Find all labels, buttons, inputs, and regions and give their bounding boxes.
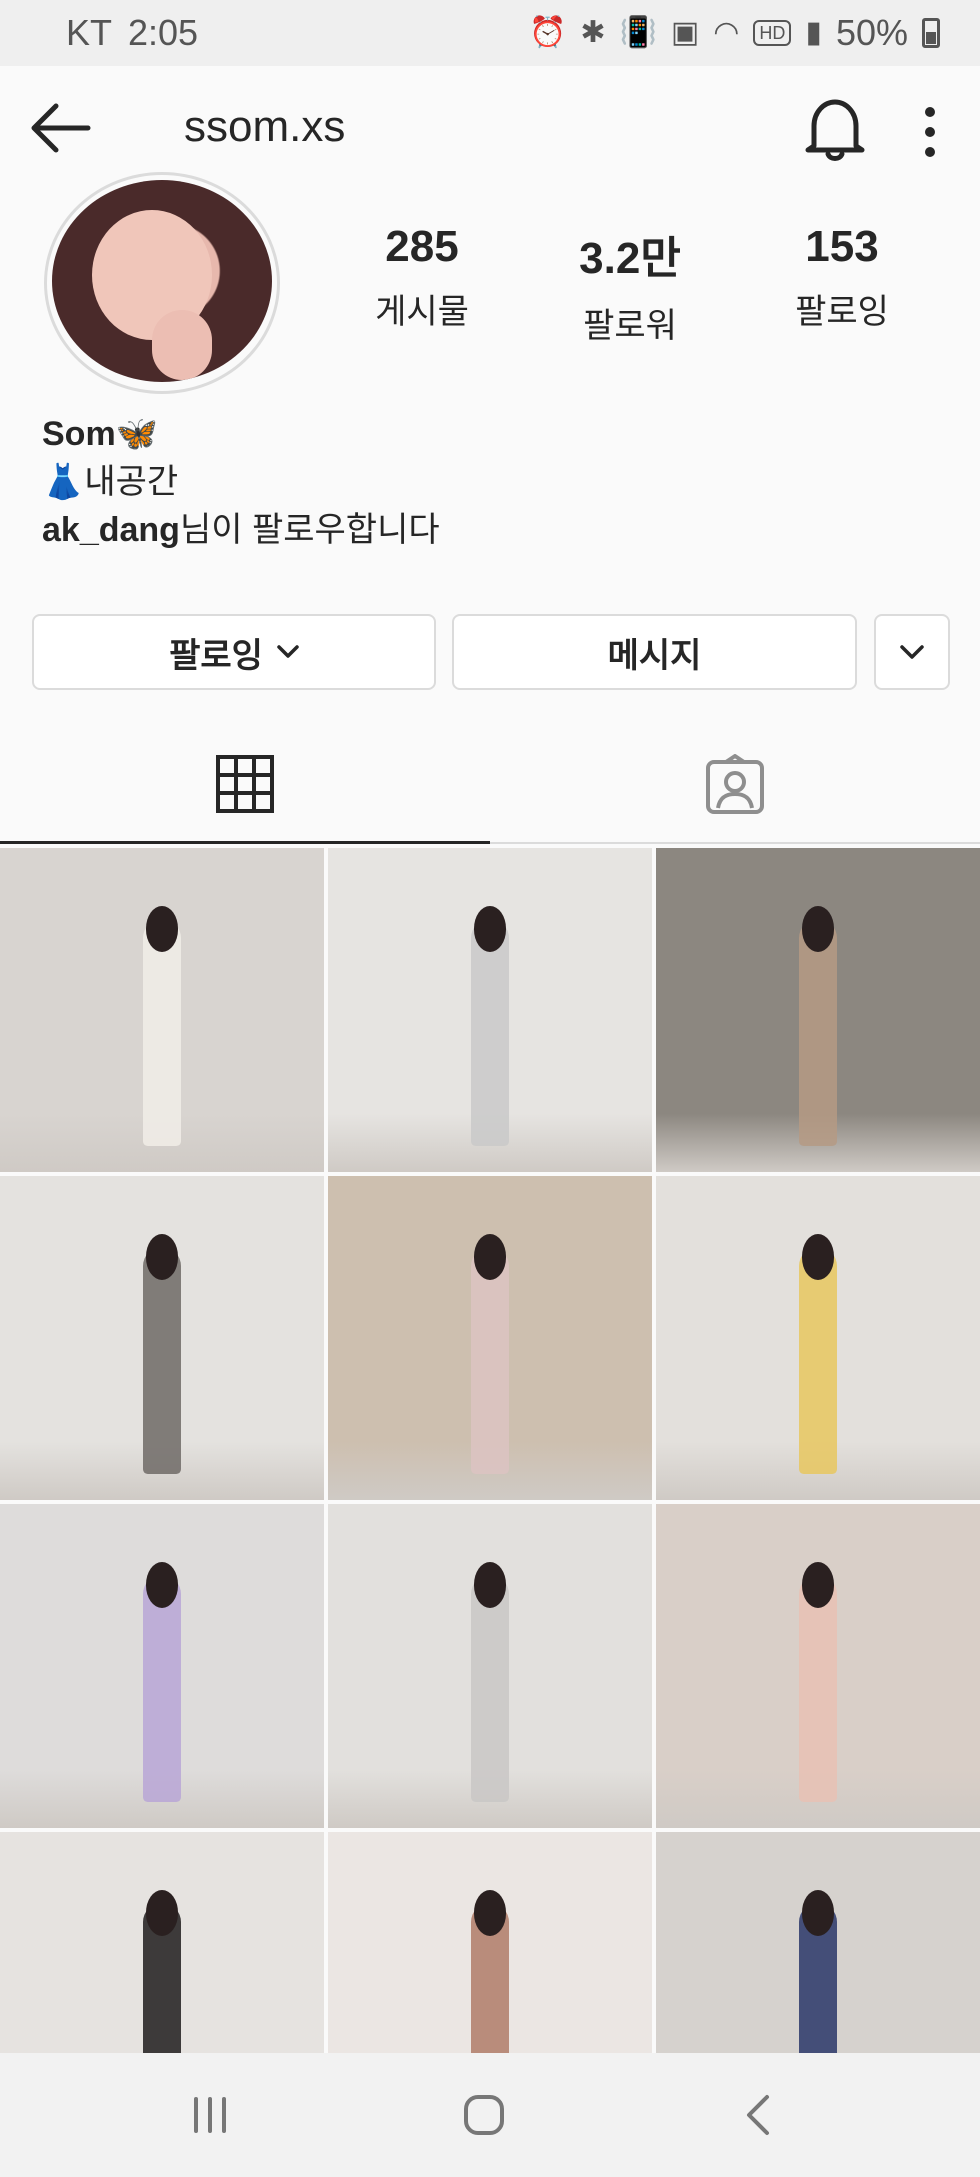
- clock: 2:05: [128, 12, 199, 53]
- vibrate-icon: 📳: [619, 16, 657, 49]
- battery-icon: [922, 18, 940, 48]
- recent-apps-icon: [194, 2097, 226, 2133]
- photo-subject-head: [473, 1234, 507, 1280]
- followers-count: 3.2만: [579, 234, 681, 283]
- photo-subject: [142, 919, 182, 1147]
- photo-subject: [142, 1575, 182, 1803]
- posts-label: 게시물: [375, 293, 469, 331]
- recent-apps-button[interactable]: [170, 2083, 250, 2147]
- more-vertical-icon[interactable]: [915, 104, 945, 160]
- chevron-down-icon: [900, 645, 924, 659]
- tab-posts-grid[interactable]: [0, 726, 490, 844]
- following-count: 153: [805, 222, 879, 271]
- photo-subject: [798, 919, 838, 1147]
- post-thumbnail[interactable]: [328, 848, 652, 1172]
- profile-bio: Som🦋 👗내공간 ak_dang님이 팔로우합니다: [42, 410, 440, 554]
- followed-by-username[interactable]: ak_dang: [42, 511, 180, 549]
- alarm-icon: ⏰: [529, 16, 567, 49]
- photo-subject-head: [801, 906, 835, 952]
- home-button[interactable]: [444, 2083, 524, 2147]
- photo-subject-head: [145, 906, 179, 952]
- tab-tagged[interactable]: [490, 726, 980, 844]
- followers-label: 팔로워: [583, 307, 677, 345]
- bluetooth-icon: ✱: [580, 16, 606, 49]
- post-thumbnail[interactable]: [0, 1176, 324, 1500]
- following-button-label: 팔로잉: [169, 636, 263, 675]
- grid-icon: [216, 754, 274, 813]
- avatar[interactable]: [52, 180, 272, 382]
- post-thumbnail[interactable]: [0, 1504, 324, 1828]
- photo-subject-head: [473, 1562, 507, 1608]
- profile-username: ssom.xs: [184, 102, 346, 151]
- bio-text: 👗내공간: [42, 463, 179, 501]
- suggested-accounts-button[interactable]: [874, 614, 950, 690]
- post-thumbnail[interactable]: [656, 848, 980, 1172]
- battery-percent: 50%: [835, 12, 908, 53]
- photo-subject: [470, 1247, 510, 1475]
- post-thumbnail[interactable]: [0, 848, 324, 1172]
- photo-subject-head: [145, 1562, 179, 1608]
- photo-subject: [470, 919, 510, 1147]
- following-label: 팔로잉: [795, 293, 889, 331]
- stat-followers[interactable]: 3.2만 팔로워: [530, 222, 730, 347]
- followed-by-suffix: 님이 팔로우합니다: [179, 511, 440, 549]
- message-button-label: 메시지: [607, 636, 702, 675]
- photo-subject: [798, 1575, 838, 1803]
- post-thumbnail[interactable]: [656, 1176, 980, 1500]
- back-button[interactable]: [718, 2083, 798, 2147]
- stat-posts[interactable]: 285 게시물: [322, 222, 522, 333]
- post-thumbnail[interactable]: [656, 1504, 980, 1828]
- photo-subject-head: [801, 1234, 835, 1280]
- photo-subject-head: [145, 1890, 179, 1936]
- photo-subject: [798, 1247, 838, 1475]
- message-button[interactable]: 메시지: [452, 614, 857, 690]
- tagged-person-icon: [706, 754, 764, 814]
- photo-subject-head: [801, 1890, 835, 1936]
- post-thumbnail[interactable]: [328, 1176, 652, 1500]
- status-left: KT 2:05: [66, 12, 198, 54]
- status-bar: KT 2:05 ⏰ ✱ 📳 ▣ ◠ HD ▮ 50%: [0, 0, 980, 66]
- app-bar: ssom.xs: [0, 66, 980, 190]
- signal-icon: ▮: [805, 16, 822, 49]
- photo-subject-head: [145, 1234, 179, 1280]
- back-arrow-icon[interactable]: [28, 100, 92, 156]
- system-nav-bar: [0, 2053, 980, 2177]
- photo-subject: [142, 1247, 182, 1475]
- posts-count: 285: [385, 222, 459, 271]
- followed-by[interactable]: ak_dang님이 팔로우합니다: [42, 506, 440, 554]
- nfc-icon: ▣: [670, 16, 700, 49]
- bell-icon[interactable]: [800, 96, 870, 162]
- display-name: Som🦋: [42, 415, 159, 453]
- photo-subject: [470, 1575, 510, 1803]
- home-icon: [464, 2095, 504, 2135]
- photo-subject-head: [473, 906, 507, 952]
- chevron-down-icon: [277, 645, 299, 658]
- following-button[interactable]: 팔로잉: [32, 614, 436, 690]
- photo-grid: [0, 848, 980, 2156]
- back-chevron-icon: [747, 2095, 769, 2135]
- stat-following[interactable]: 153 팔로잉: [742, 222, 942, 333]
- profile-tabs: [0, 726, 980, 844]
- wifi-icon: ◠: [713, 16, 740, 49]
- carrier-label: KT: [66, 12, 113, 53]
- post-thumbnail[interactable]: [328, 1504, 652, 1828]
- photo-subject-head: [801, 1562, 835, 1608]
- status-right: ⏰ ✱ 📳 ▣ ◠ HD ▮ 50%: [529, 12, 940, 54]
- hd-icon: HD: [753, 20, 792, 46]
- photo-subject-head: [473, 1890, 507, 1936]
